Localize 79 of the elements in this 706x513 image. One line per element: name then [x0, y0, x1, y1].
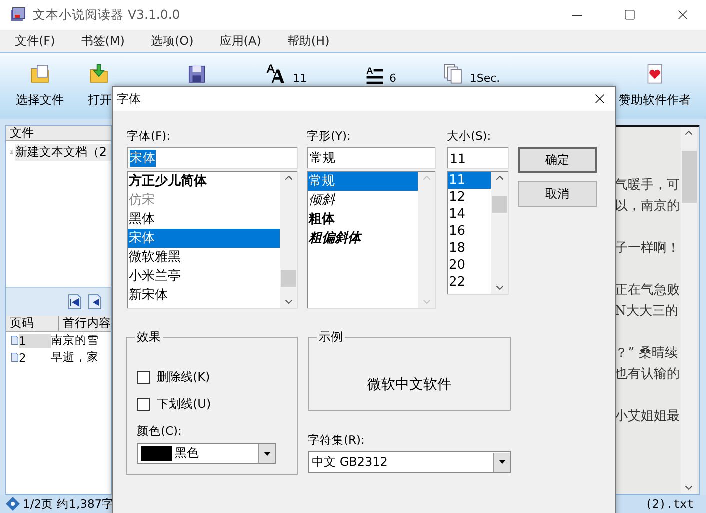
list-option[interactable]: 18 [448, 240, 491, 257]
text-line: ？” 桑晴续 [615, 345, 679, 363]
dropdown-arrow-icon [498, 460, 506, 464]
checkbox[interactable]: 删除线(K) [137, 364, 287, 391]
list-option[interactable]: 11 [448, 172, 491, 189]
menu-item[interactable]: 书签(M) [70, 32, 136, 50]
list-option[interactable]: 小米兰亭 [128, 267, 280, 286]
maximize-icon [624, 9, 636, 21]
window-title: 文本小说阅读器 V3.1.0.0 [33, 6, 182, 24]
list-option[interactable]: 微软雅黑 [128, 248, 280, 267]
scrollbar[interactable] [491, 172, 508, 294]
list-option[interactable]: 22 [448, 274, 491, 291]
toolbar-button[interactable]: 11 [236, 53, 336, 117]
dialog-button[interactable]: 确定 [518, 147, 597, 173]
input-field[interactable]: 宋体 [127, 147, 298, 169]
first-page-icon[interactable] [67, 294, 83, 310]
status-text: (2).txt [646, 497, 694, 511]
scrollbar-thumb[interactable] [682, 151, 696, 203]
text-line: N大大三的 [615, 303, 680, 321]
toolbar-button[interactable]: 选择文件 [0, 53, 80, 117]
list-option[interactable]: 黑体 [128, 210, 280, 229]
list-option[interactable]: 宋体 [128, 229, 280, 248]
list-option[interactable]: 仿宋 [128, 191, 280, 210]
list-option[interactable]: 12 [448, 189, 491, 206]
folder-arrow-icon [88, 63, 110, 85]
menu-item[interactable]: 应用(A) [208, 32, 272, 50]
list-option[interactable]: 新宋体 [128, 286, 280, 305]
input-field[interactable]: 常规 [307, 147, 436, 169]
charset-dropdown[interactable]: 中文 GB2312 [308, 451, 511, 473]
font-size-icon [265, 63, 287, 85]
list-option[interactable]: 倾斜 [308, 191, 418, 210]
table-cell: 1 [19, 334, 51, 348]
checkbox[interactable]: 下划线(U) [137, 391, 287, 418]
sample-text: 微软中文软件 [368, 376, 452, 394]
list-option[interactable]: 16 [448, 223, 491, 240]
scrollbar[interactable] [280, 172, 297, 308]
scrollbar-thumb[interactable] [492, 196, 507, 213]
field-label: 大小(S): [447, 129, 492, 144]
column-header: 页码 [6, 316, 59, 331]
list-option[interactable]: 20 [448, 257, 491, 274]
color-swatch [141, 446, 172, 461]
color-dropdown[interactable]: 黑色 [137, 443, 276, 464]
list-option[interactable]: 方正少儿简体 [128, 172, 280, 191]
text-line: 正在气急败 [615, 282, 681, 300]
column-header: 文件 [6, 126, 111, 141]
field-label: 颜色(C): [137, 424, 182, 439]
text-line: 以，南京的 [615, 198, 681, 216]
field-label: 字体(F): [127, 129, 170, 144]
folder-icon [29, 63, 51, 85]
list-option[interactable]: 粗体 [308, 210, 418, 229]
list-option[interactable]: 粗偏斜体 [308, 229, 418, 248]
minimize-icon [572, 14, 582, 16]
list-box[interactable]: 常规 倾斜 粗体 粗偏斜体 [307, 171, 436, 309]
list-box[interactable]: 方正少儿简体 仿宋 黑体 宋体 微软雅黑 小米兰亭 新宋体 [127, 171, 298, 309]
list-option[interactable]: 常规 [308, 172, 418, 191]
text-line: 子一样啊！ [615, 240, 681, 258]
dropdown-arrow-icon [264, 452, 270, 456]
list-box[interactable]: 11 12 14 16 18 20 22 [447, 171, 509, 295]
menu-item[interactable]: 选项(O) [140, 32, 205, 50]
text-line: 小艾姐姐最 [615, 408, 681, 426]
group-title: 示例 [318, 329, 344, 346]
list-option[interactable]: 14 [448, 206, 491, 223]
field-label: 字符集(R): [308, 433, 365, 448]
dialog-title: 字体 [117, 90, 142, 108]
scrollbar[interactable] [681, 127, 697, 494]
app-icon [10, 7, 26, 23]
scrollbar-thumb[interactable] [281, 270, 296, 287]
text-line: 也有认输的 [615, 366, 681, 384]
info-diamond-icon [6, 497, 20, 511]
group-title: 效果 [136, 329, 162, 346]
menu-item[interactable]: 文件(F) [4, 32, 66, 50]
dialog-button[interactable]: 取消 [518, 181, 597, 207]
pages-icon [442, 63, 464, 85]
line-spacing-icon [366, 67, 384, 85]
menu-item[interactable]: 帮助(H) [276, 32, 341, 50]
field-label: 字形(Y): [307, 129, 351, 144]
text-line: 气暖手，可 [615, 177, 681, 195]
input-field[interactable]: 11 [447, 147, 509, 169]
previous-page-icon[interactable] [87, 294, 103, 310]
